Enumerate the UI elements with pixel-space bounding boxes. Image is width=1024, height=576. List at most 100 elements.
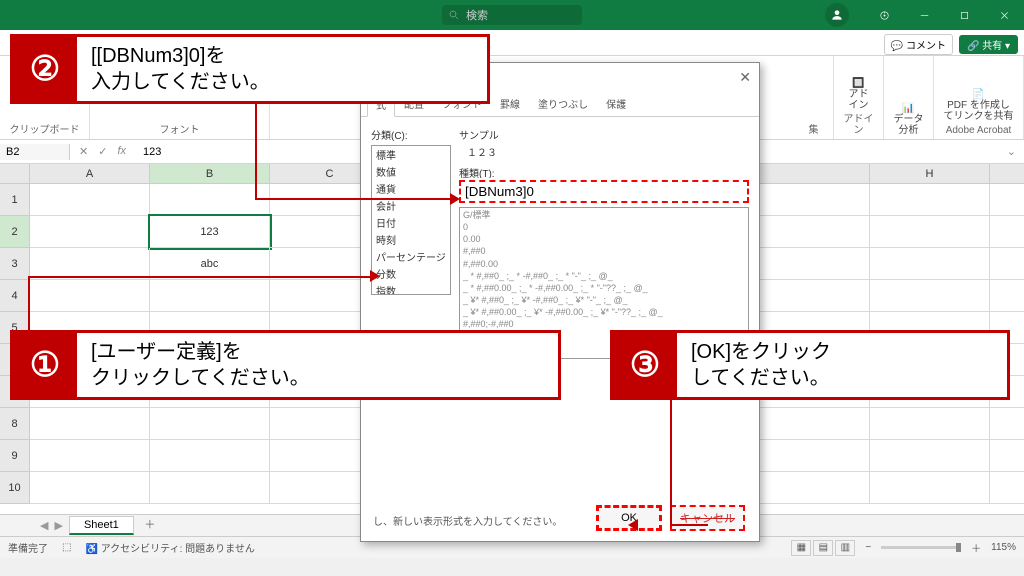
view-page-break-icon[interactable]: ▥ bbox=[835, 540, 855, 556]
status-rec-icon[interactable]: ⬚ bbox=[62, 542, 71, 553]
help-icon[interactable] bbox=[864, 0, 904, 30]
format-item[interactable]: _ * #,##0.00_ ;_ * -#,##0.00_ ;_ * "-"??… bbox=[463, 282, 745, 294]
view-normal-icon[interactable]: ▦ bbox=[791, 540, 811, 556]
category-item[interactable]: 標準 bbox=[372, 146, 450, 163]
format-item[interactable]: #,##0 bbox=[463, 245, 745, 257]
format-item[interactable]: 0.00 bbox=[463, 233, 745, 245]
column-header[interactable] bbox=[750, 164, 870, 183]
cell[interactable] bbox=[990, 248, 1024, 280]
dialog-tab[interactable]: 保護 bbox=[597, 91, 635, 116]
type-input[interactable] bbox=[459, 180, 749, 203]
ribbon-data-analysis-button[interactable]: 📊 データ 分析 bbox=[884, 56, 934, 139]
cell[interactable] bbox=[150, 440, 270, 472]
zoom-slider[interactable] bbox=[881, 546, 961, 549]
cell[interactable] bbox=[990, 216, 1024, 248]
cell[interactable] bbox=[870, 184, 990, 216]
share-button[interactable]: 🔗 共有 ▾ bbox=[959, 35, 1018, 54]
format-item[interactable]: _ ¥* #,##0_ ;_ ¥* -#,##0_ ;_ ¥* "-"_ ;_ … bbox=[463, 294, 745, 306]
formula-expand-icon[interactable]: ⌄ bbox=[999, 145, 1024, 158]
category-item[interactable]: 分数 bbox=[372, 265, 450, 282]
cell[interactable] bbox=[150, 184, 270, 216]
maximize-icon[interactable] bbox=[944, 0, 984, 30]
close-icon[interactable] bbox=[984, 0, 1024, 30]
select-all-corner[interactable] bbox=[0, 164, 30, 184]
cell[interactable] bbox=[870, 216, 990, 248]
category-item[interactable]: パーセンテージ bbox=[372, 248, 450, 265]
cell[interactable] bbox=[750, 280, 870, 312]
cell[interactable] bbox=[750, 472, 870, 504]
cell[interactable] bbox=[870, 440, 990, 472]
category-item[interactable]: 日付 bbox=[372, 214, 450, 231]
cell[interactable] bbox=[870, 280, 990, 312]
cell[interactable] bbox=[870, 248, 990, 280]
cell[interactable] bbox=[30, 440, 150, 472]
column-header[interactable]: H bbox=[870, 164, 990, 183]
cell[interactable] bbox=[870, 408, 990, 440]
format-item[interactable]: _ * #,##0_ ;_ * -#,##0_ ;_ * "-"_ ;_ @_ bbox=[463, 270, 745, 282]
ribbon-addin-button[interactable]: 🔲 アド イン アドイン bbox=[834, 56, 884, 139]
category-list[interactable]: 標準数値通貨会計日付時刻パーセンテージ分数指数文字列その他ユーザー定義 bbox=[371, 145, 451, 295]
name-box[interactable]: B2 bbox=[0, 144, 70, 160]
cell[interactable] bbox=[750, 248, 870, 280]
cell[interactable]: 123 bbox=[150, 216, 270, 248]
zoom-level[interactable]: 115% bbox=[991, 542, 1016, 553]
row-header[interactable]: 10 bbox=[0, 472, 29, 504]
cell[interactable] bbox=[750, 216, 870, 248]
cell[interactable] bbox=[30, 472, 150, 504]
cell[interactable] bbox=[150, 280, 270, 312]
category-item[interactable]: 時刻 bbox=[372, 231, 450, 248]
row-header[interactable]: 8 bbox=[0, 408, 29, 440]
zoom-in-icon[interactable]: ＋ bbox=[971, 540, 981, 555]
cancel-formula-icon[interactable]: ✕ bbox=[76, 145, 91, 158]
category-item[interactable]: 数値 bbox=[372, 163, 450, 180]
cell[interactable] bbox=[150, 472, 270, 504]
cell[interactable] bbox=[750, 408, 870, 440]
category-item[interactable]: 指数 bbox=[372, 282, 450, 295]
ribbon-pdf-button[interactable]: 📄 PDF を作成し てリンクを共有 Adobe Acrobat bbox=[934, 56, 1024, 139]
row-header[interactable]: 3 bbox=[0, 248, 29, 280]
cell[interactable] bbox=[30, 280, 150, 312]
cell[interactable] bbox=[150, 408, 270, 440]
cell[interactable] bbox=[990, 472, 1024, 504]
column-header[interactable]: B bbox=[150, 164, 270, 183]
cell[interactable] bbox=[30, 408, 150, 440]
cell[interactable] bbox=[30, 216, 150, 248]
minimize-icon[interactable] bbox=[904, 0, 944, 30]
cell[interactable] bbox=[990, 440, 1024, 472]
dialog-tab[interactable]: 塗りつぶし bbox=[529, 91, 597, 116]
column-header[interactable]: A bbox=[30, 164, 150, 183]
format-item[interactable]: _ ¥* #,##0.00_ ;_ ¥* -#,##0.00_ ;_ ¥* "-… bbox=[463, 306, 745, 318]
account-icon[interactable] bbox=[825, 3, 849, 27]
format-item[interactable]: 0 bbox=[463, 221, 745, 233]
cell[interactable] bbox=[990, 408, 1024, 440]
dialog-tab[interactable]: 罫線 bbox=[491, 91, 529, 116]
sheet-tab[interactable]: Sheet1 bbox=[69, 516, 134, 535]
add-sheet-button[interactable]: ＋ bbox=[140, 516, 160, 536]
cancel-button[interactable]: キャンセル bbox=[670, 505, 745, 531]
format-item[interactable]: G/標準 bbox=[463, 209, 745, 221]
cell[interactable] bbox=[870, 472, 990, 504]
view-page-layout-icon[interactable]: ▤ bbox=[813, 540, 833, 556]
cell[interactable] bbox=[30, 184, 150, 216]
row-header[interactable]: 2 bbox=[0, 216, 29, 248]
comment-button[interactable]: 💬 コメント bbox=[884, 34, 953, 55]
zoom-out-icon[interactable]: − bbox=[865, 542, 871, 553]
column-header[interactable]: I bbox=[990, 164, 1024, 183]
dialog-close-icon[interactable]: ✕ bbox=[739, 69, 751, 86]
status-accessibility[interactable]: ♿ アクセシビリティ: 問題ありません bbox=[85, 540, 254, 555]
search-box[interactable]: 検索 bbox=[442, 5, 582, 25]
format-item[interactable]: #,##0;-#,##0 bbox=[463, 318, 745, 330]
fx-icon[interactable]: fx bbox=[114, 145, 129, 158]
enter-formula-icon[interactable]: ✓ bbox=[95, 145, 110, 158]
row-header[interactable]: 1 bbox=[0, 184, 29, 216]
cell[interactable] bbox=[750, 184, 870, 216]
sheet-nav-next-icon[interactable]: ▶ bbox=[54, 519, 62, 532]
cell[interactable] bbox=[750, 440, 870, 472]
cell[interactable] bbox=[990, 184, 1024, 216]
format-item[interactable]: #,##0.00 bbox=[463, 258, 745, 270]
row-header[interactable]: 4 bbox=[0, 280, 29, 312]
cell[interactable] bbox=[990, 280, 1024, 312]
sheet-nav-prev-icon[interactable]: ◀ bbox=[40, 519, 48, 532]
row-header[interactable]: 9 bbox=[0, 440, 29, 472]
category-item[interactable]: 通貨 bbox=[372, 180, 450, 197]
